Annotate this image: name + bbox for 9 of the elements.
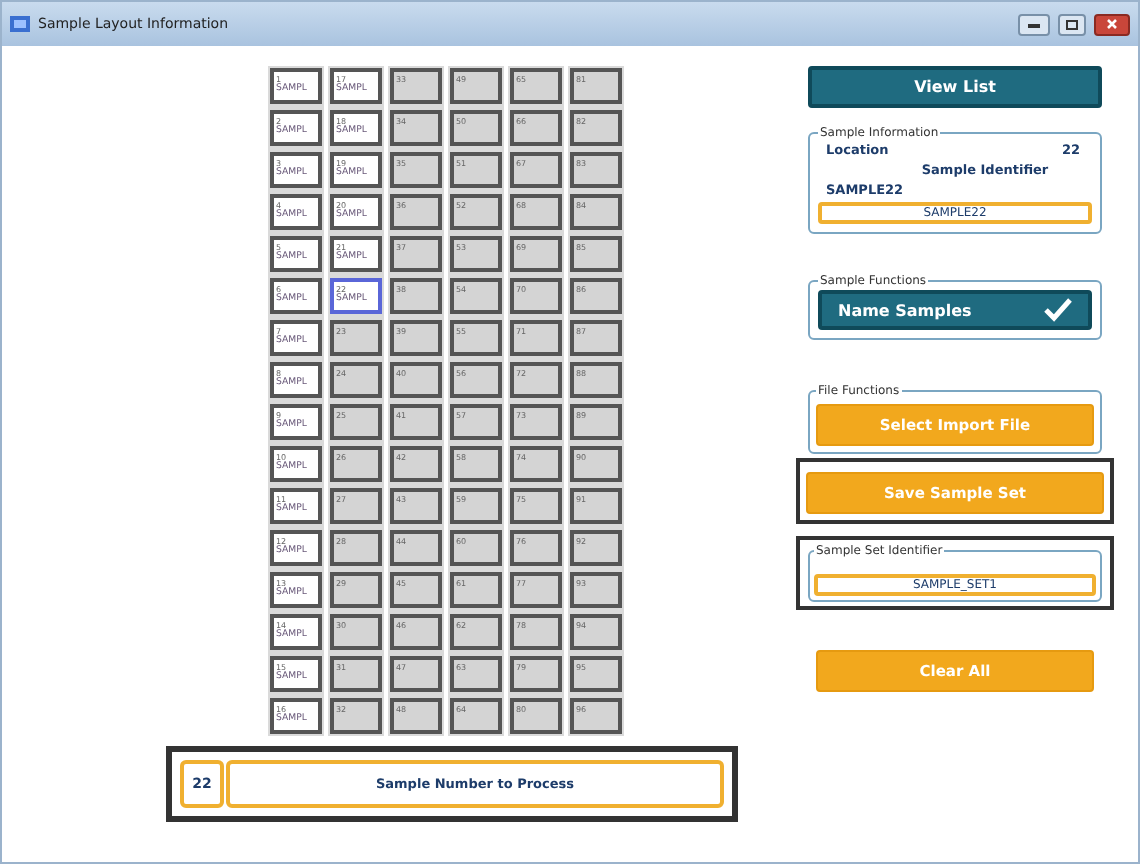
close-icon	[1106, 18, 1118, 30]
minimize-button[interactable]	[1018, 13, 1050, 35]
close-button[interactable]	[1094, 13, 1130, 35]
view-list-button[interactable]: View List	[808, 66, 1102, 108]
app-icon	[10, 16, 30, 32]
minimize-icon	[1028, 21, 1040, 27]
maximize-icon	[1066, 19, 1078, 29]
maximize-button[interactable]	[1058, 13, 1086, 35]
name-samples-button[interactable]: Name Samples	[818, 290, 1092, 330]
